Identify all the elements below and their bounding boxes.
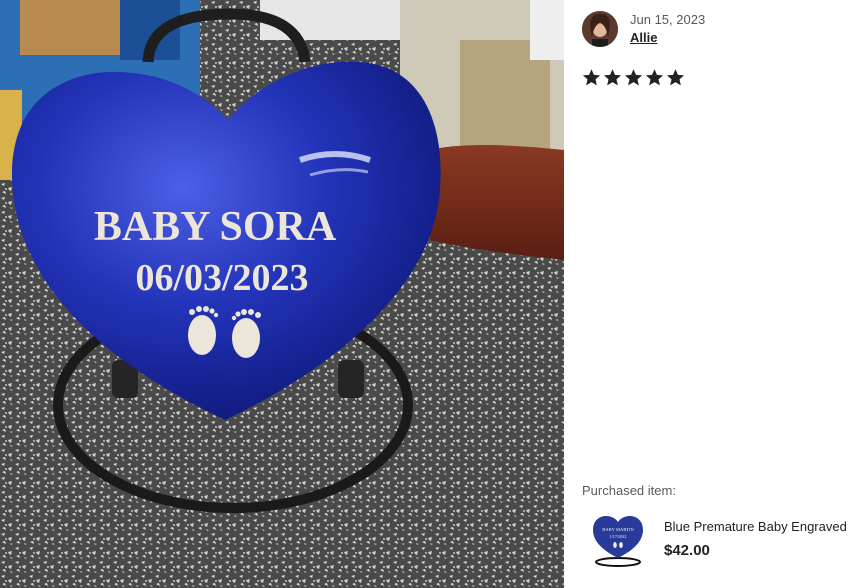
star-rating [582,68,685,87]
urn-engraving-name: BABY SORA [94,204,337,250]
reviewer-avatar[interactable] [582,11,618,47]
review-date: Jun 15, 2023 [630,12,706,27]
review-photo[interactable]: BABY SORA 06/03/2023 [0,0,564,588]
star-icon [624,69,643,86]
purchased-item-price: $42.00 [664,542,710,559]
purchased-item-label: Purchased item: [582,483,676,498]
thumb-engraving-date: 1/17/2022 [610,534,627,539]
reviewer-name-link[interactable]: Allie [630,30,657,45]
purchased-item-title[interactable]: Blue Premature Baby Engraved [664,519,847,534]
star-icon [645,69,664,86]
purchased-item-thumbnail[interactable]: BABY MARTIN 1/17/2022 [590,512,646,568]
star-icon [666,69,685,86]
star-icon [603,69,622,86]
urn-engraving-date: 06/03/2023 [135,257,308,299]
review-panel: Jun 15, 2023 Allie Purchased item: BABY … [564,0,858,588]
star-icon [582,69,601,86]
urn-photo-illustration: BABY SORA 06/03/2023 [0,0,564,588]
thumb-engraving-name: BABY MARTIN [602,527,634,532]
